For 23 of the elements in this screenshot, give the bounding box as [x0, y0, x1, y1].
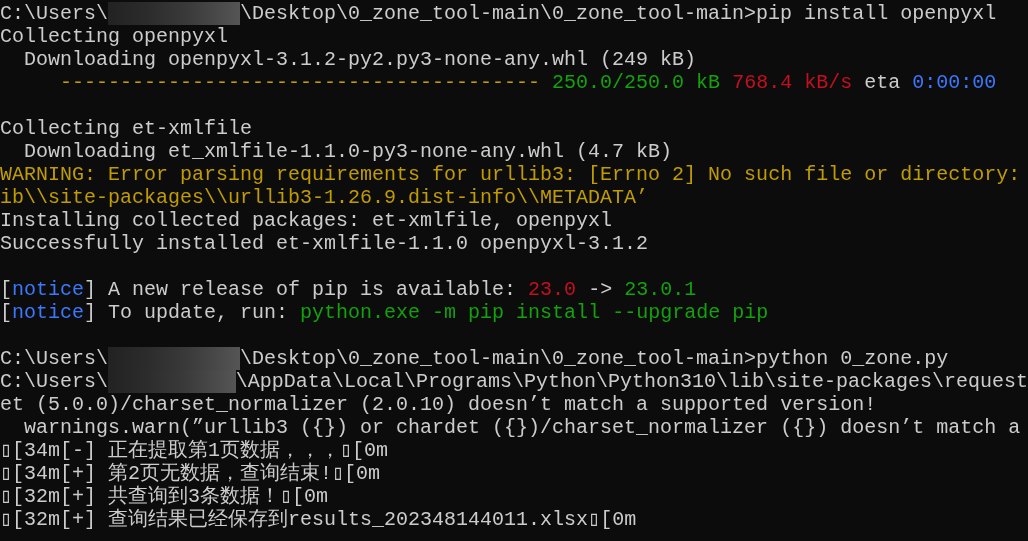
console-line: ▯[32m[+] 共查询到3条数据！▯[0m [0, 485, 329, 508]
console-line: Collecting openpyxl [0, 25, 229, 48]
console-line: [notice] To update, run: python.exe -m pip install --upgrade pip [0, 301, 769, 324]
console-line: warnings.warn(”urllib3 ({}) or chardet ({})/charset_normalizer ({}) doesn’t match a [23, 416, 1021, 439]
console-line: [notice] A new release of pip is available: 23.0 -> 23.0.1 [0, 278, 697, 301]
path-text: C:\Users\ [0, 370, 109, 393]
console-line: ▯[34m[-] 正在提取第1页数据，，，▯[0m [0, 439, 389, 462]
console-line: Installing collected packages: et-xmlfile, openpyxl [0, 209, 613, 232]
path-text: C:\Users\ [0, 347, 109, 370]
path-text: \Desktop\0_zone_tool-main\0_zone_tool-main>python 0_zone.py [240, 347, 949, 370]
console-line: Successfully installed et-xmlfile-1.1.0 openpyxl-3.1.2 [0, 232, 649, 255]
console-line: et (5.0.0)/charset_normalizer (2.0.10) doesn’t match a supported version! [0, 393, 877, 416]
console-line: Downloading openpyxl-3.1.2-py2.py3-none-any.whl (249 kB) [23, 48, 697, 71]
console-line: Downloading et_xmlfile-1.1.0-py3-none-any.whl (4.7 kB) [23, 140, 673, 163]
path-text: \Desktop\0_zone_tool-main\0_zone_tool-main>pip install openpyxl [240, 2, 997, 25]
console-line: ib\\site-packages\\urllib3-1.26.9.dist-info\\METADATA’ [0, 186, 649, 209]
console-line: ▯[34m[+] 第2页无数据，查询结束!▯[0m [0, 462, 381, 485]
console-line: WARNING: Error parsing requirements for urllib3: [Errno 2] No such file or directory: [0, 163, 1021, 186]
path-text: C:\Users\ [0, 2, 109, 25]
console-line: ---------------------------------------- 250.0/250.0 kB 768.4 kB/s eta 0:00:00 [59, 71, 997, 94]
console-line: Collecting et-xmlfile [0, 117, 253, 140]
path-text: \AppData\Local\Programs\Python\Python310\lib\site-packages\request [235, 370, 1028, 393]
console-line: ▯[32m[+] 查询结果已经保存到results_202348144011.xlsx▯[0m [0, 508, 637, 531]
